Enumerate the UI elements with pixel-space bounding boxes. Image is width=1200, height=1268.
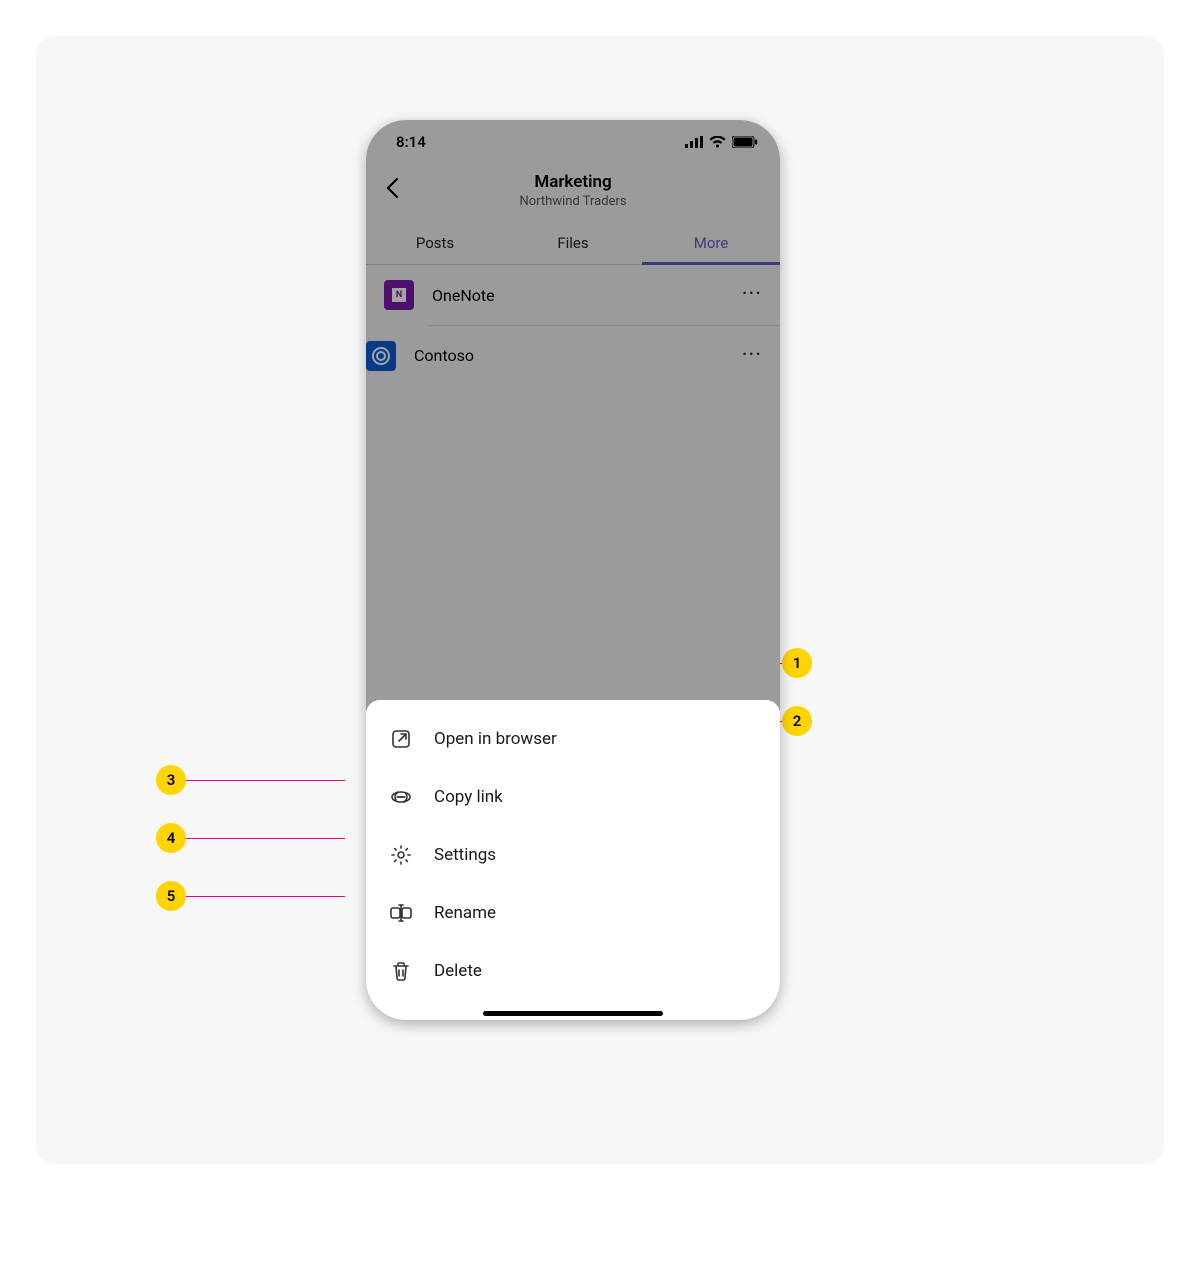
sheet-open-in-browser[interactable]: Open in browser [366, 710, 780, 768]
callout-number: 1 [793, 654, 802, 672]
sheet-copy-link[interactable]: Copy link [366, 768, 780, 826]
callout-line-5 [180, 896, 345, 897]
trash-icon [388, 958, 414, 984]
phone-frame: 8:14 Marketing Northwind Traders Posts F… [366, 120, 780, 1020]
callout-line-4 [180, 838, 345, 839]
callout-number: 2 [793, 712, 802, 730]
sheet-rename[interactable]: Rename [366, 884, 780, 942]
callout-badge-3: 3 [156, 765, 186, 795]
sheet-item-label: Open in browser [434, 729, 557, 749]
callout-badge-4: 4 [156, 823, 186, 853]
open-external-icon [388, 726, 414, 752]
sheet-item-label: Settings [434, 845, 496, 865]
sheet-item-label: Copy link [434, 787, 503, 807]
action-sheet: Open in browser Copy link Settings Renam… [366, 700, 780, 1020]
gear-icon [388, 842, 414, 868]
sheet-delete[interactable]: Delete [366, 942, 780, 1000]
sheet-item-label: Delete [434, 961, 482, 981]
sheet-item-label: Rename [434, 903, 496, 923]
canvas: 1 2 3 4 5 8:14 Marketing Northwi [36, 36, 1164, 1164]
callout-number: 3 [167, 771, 176, 789]
callout-line-3 [180, 780, 345, 781]
callout-badge-1: 1 [782, 648, 812, 678]
link-icon [388, 784, 414, 810]
rename-icon [388, 900, 414, 926]
callout-badge-2: 2 [782, 706, 812, 736]
callout-number: 5 [167, 887, 176, 905]
sheet-settings[interactable]: Settings [366, 826, 780, 884]
callout-badge-5: 5 [156, 881, 186, 911]
home-indicator[interactable] [483, 1011, 663, 1016]
callout-number: 4 [167, 829, 176, 847]
